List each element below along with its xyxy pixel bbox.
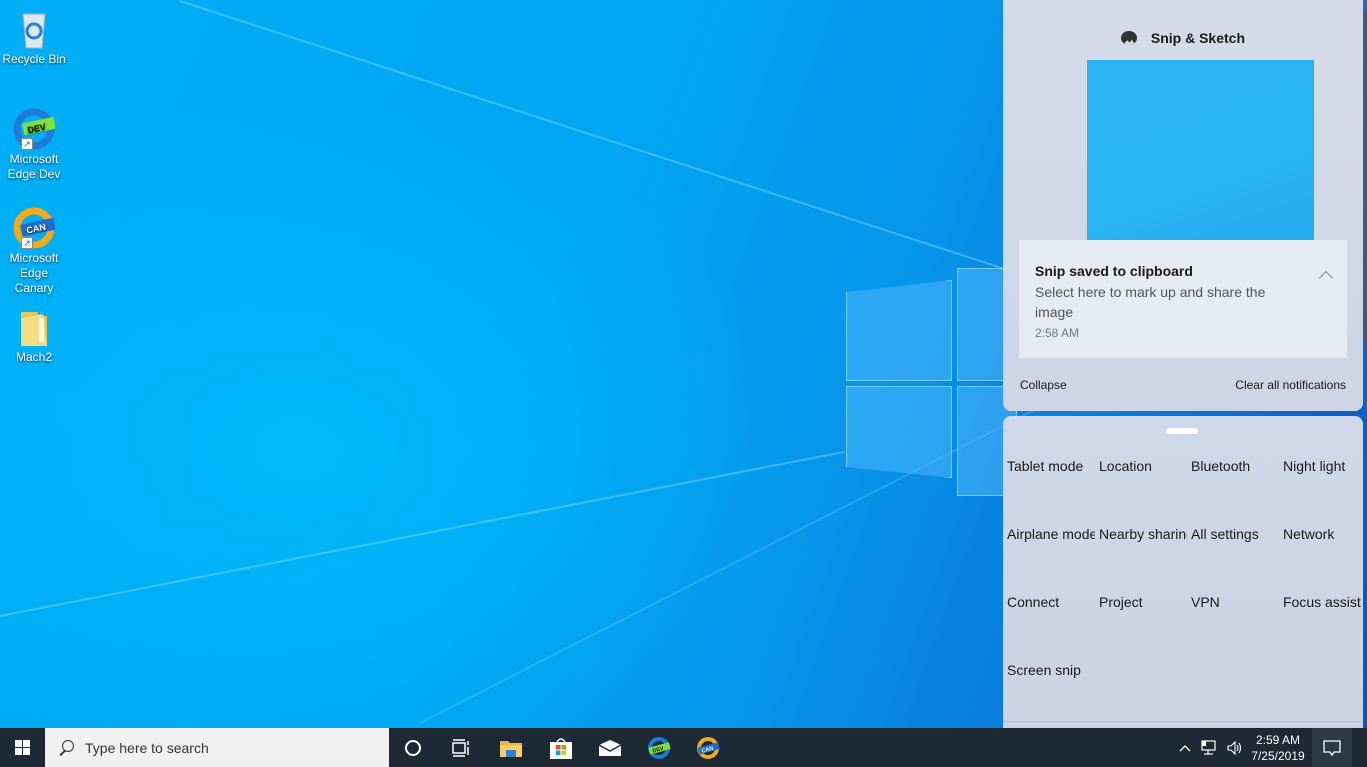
edge-dev-taskbar-button[interactable]: DEV [638,728,680,767]
desktop-icon-label: Mach2 [15,350,53,364]
notification-group-header: Snip & Sketch [1003,30,1363,46]
quick-action-bluetooth[interactable]: Bluetooth [1187,424,1279,492]
quick-action-tablet-mode[interactable]: Tablet mode [1003,424,1095,492]
edge-dev-icon: DEV [648,736,671,759]
collapse-button[interactable]: Collapse [1020,378,1067,392]
action-center-button[interactable] [1312,728,1352,767]
recycle-bin-icon [13,8,55,50]
quick-action-night-light[interactable]: Night light [1279,424,1367,492]
windows-logo-icon [15,740,30,755]
desktop-icon-label: Recycle Bin [2,52,66,66]
start-button[interactable] [0,728,45,767]
shortcut-arrow-icon: ↗ [21,138,33,150]
quick-actions-panel: Tablet mode Location Bluetooth Night lig… [1003,416,1363,728]
network-tray-button[interactable] [1199,728,1221,767]
volume-icon [1227,740,1242,755]
folder-icon [13,306,55,348]
edge-canary-taskbar-button[interactable]: CAN [687,728,729,767]
quick-action-vpn[interactable]: VPN [1187,560,1279,628]
desktop-icon-recycle-bin[interactable]: Recycle Bin [0,8,68,67]
clock-button[interactable]: 2:59 AM 7/25/2019 [1250,728,1306,767]
quick-action-network[interactable]: Network [1279,492,1367,560]
clock-date: 7/25/2019 [1251,748,1305,763]
shortcut-arrow-icon: ↗ [21,237,33,249]
snip-preview-image[interactable] [1087,60,1314,242]
mail-icon [598,739,622,756]
light-beam [179,0,1037,281]
cortana-button[interactable] [392,728,434,767]
quick-action-airplane-mode[interactable]: Airplane mode [1003,492,1095,560]
windows-logo-wallpaper [846,268,1017,498]
action-center-notifications: Snip & Sketch Snip saved to clipboard Se… [1003,0,1366,411]
search-placeholder: Type here to search [85,739,209,756]
desktop-icon-label: Microsoft Edge Canary [9,251,59,295]
mail-button[interactable] [589,728,631,767]
quick-action-all-settings[interactable]: All settings [1187,492,1279,560]
cortana-icon [405,739,421,756]
desktop-icon-mach2[interactable]: Mach2 [0,306,68,365]
clock-time: 2:59 AM [1255,732,1300,747]
notification-toast[interactable]: Snip saved to clipboard Select here to m… [1019,240,1347,358]
light-beam [0,450,845,617]
divider [1003,721,1363,722]
edge-canary-icon: CAN [697,736,720,759]
quick-action-nearby-sharing[interactable]: Nearby sharing [1095,492,1187,560]
desktop-icon-edge-canary[interactable]: CAN ↗ Microsoft Edge Canary [0,207,68,296]
store-icon [550,737,572,759]
task-view-icon [452,738,469,757]
chevron-up-icon[interactable] [1318,270,1334,286]
file-explorer-button[interactable] [490,728,532,767]
show-hidden-icons-button[interactable] [1176,728,1194,767]
quick-action-focus-assist[interactable]: Focus assist [1279,560,1367,628]
quick-action-connect[interactable]: Connect [1003,560,1095,628]
notification-icon [1323,739,1341,756]
desktop-icon-edge-dev[interactable]: DEV ↗ Microsoft Edge Dev [0,108,68,182]
edge-canary-icon: CAN ↗ [13,207,56,249]
taskbar: Type here to search DEV CAN 2:59 AM 7/25… [0,728,1367,767]
desktop-icon-label: Microsoft Edge Dev [7,152,61,181]
quick-action-screen-snip[interactable]: Screen snip [1003,628,1095,696]
file-explorer-icon [500,740,522,757]
toast-time: 2:58 AM [1035,326,1080,340]
snip-sketch-icon [1120,31,1137,45]
app-name: Snip & Sketch [1150,30,1246,46]
toast-body: Select here to mark up and share the ima… [1035,284,1266,320]
chevron-up-icon [1179,744,1191,751]
search-box[interactable]: Type here to search [45,728,389,767]
quick-action-project[interactable]: Project [1095,560,1187,628]
task-view-button[interactable] [440,728,482,767]
volume-tray-button[interactable] [1224,728,1246,767]
scrollbar[interactable] [1364,12,1366,342]
toast-title: Snip saved to clipboard [1035,263,1193,279]
clear-all-notifications-button[interactable]: Clear all notifications [1235,378,1346,392]
search-icon [57,739,75,757]
network-wired-icon [1201,739,1216,755]
quick-action-location[interactable]: Location [1095,424,1187,492]
edge-dev-icon: DEV ↗ [13,108,56,150]
store-button[interactable] [540,728,582,767]
